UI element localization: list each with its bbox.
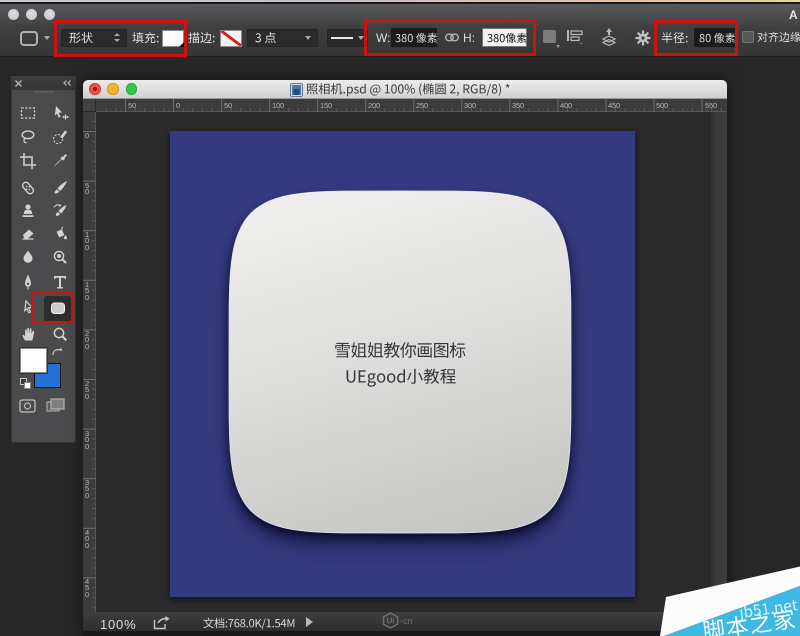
svg-text:-cn: -cn xyxy=(400,616,413,626)
svg-text:Ui: Ui xyxy=(387,617,395,626)
